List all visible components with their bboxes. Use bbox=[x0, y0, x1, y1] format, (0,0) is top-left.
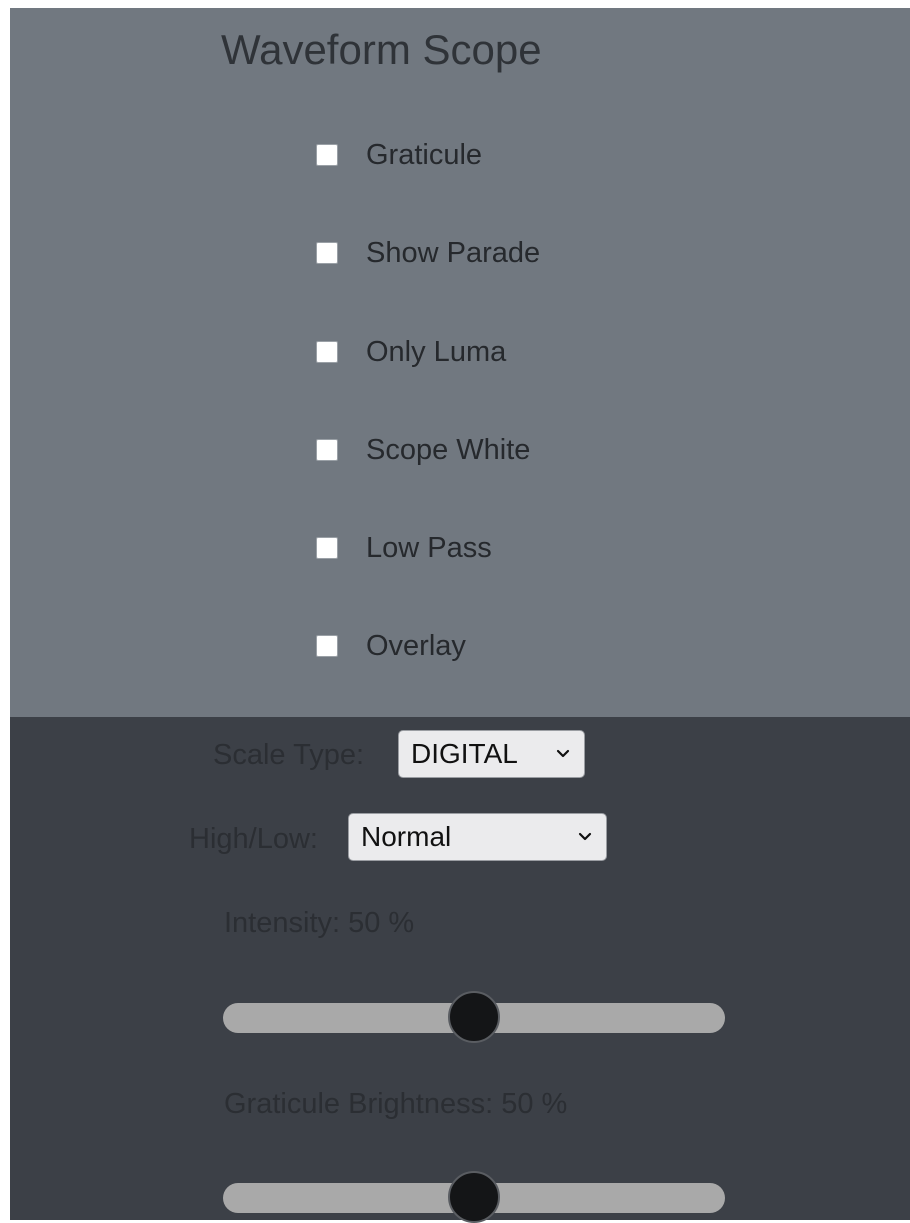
only-luma-option[interactable]: Only Luma bbox=[316, 332, 506, 372]
low-pass-label: Low Pass bbox=[366, 531, 492, 564]
chevron-down-icon bbox=[578, 832, 592, 841]
show-parade-checkbox[interactable] bbox=[316, 242, 338, 264]
scope-white-checkbox[interactable] bbox=[316, 439, 338, 461]
high-low-select[interactable]: Normal bbox=[348, 813, 607, 861]
scope-white-label: Scope White bbox=[366, 433, 531, 466]
intensity-slider[interactable] bbox=[223, 991, 725, 1043]
scope-white-option[interactable]: Scope White bbox=[316, 430, 530, 470]
graticule-brightness-label: Graticule Brightness: 50 % bbox=[224, 1088, 568, 1120]
low-pass-checkbox[interactable] bbox=[316, 537, 338, 559]
controls-panel: Scale Type: DIGITAL High/Low: Normal Int… bbox=[10, 717, 910, 1223]
scale-type-value: DIGITAL bbox=[411, 738, 518, 769]
chevron-down-icon bbox=[556, 749, 570, 758]
intensity-label: Intensity: 50 % bbox=[224, 907, 415, 939]
overlay-label: Overlay bbox=[366, 629, 466, 662]
graticule-checkbox[interactable] bbox=[316, 144, 338, 166]
intensity-slider-thumb[interactable] bbox=[448, 991, 500, 1043]
graticule-brightness-slider[interactable] bbox=[223, 1171, 725, 1223]
high-low-label: High/Low: bbox=[189, 823, 318, 855]
only-luma-label: Only Luma bbox=[366, 335, 507, 368]
high-low-value: Normal bbox=[361, 821, 452, 852]
low-pass-option[interactable]: Low Pass bbox=[316, 528, 492, 568]
page-title: Waveform Scope bbox=[221, 26, 542, 73]
scale-type-select[interactable]: DIGITAL bbox=[398, 730, 585, 778]
graticule-option[interactable]: Graticule bbox=[316, 135, 482, 175]
only-luma-checkbox[interactable] bbox=[316, 341, 338, 363]
waveform-scope-app: Waveform Scope Graticule Show Parade Onl… bbox=[10, 8, 910, 1223]
scale-type-label: Scale Type: bbox=[213, 739, 365, 771]
options-panel: Waveform Scope Graticule Show Parade Onl… bbox=[10, 8, 910, 717]
graticule-brightness-slider-thumb[interactable] bbox=[448, 1171, 500, 1223]
show-parade-option[interactable]: Show Parade bbox=[316, 233, 540, 273]
overlay-option[interactable]: Overlay bbox=[316, 626, 466, 666]
overlay-checkbox[interactable] bbox=[316, 635, 338, 657]
graticule-label: Graticule bbox=[366, 138, 483, 171]
show-parade-label: Show Parade bbox=[366, 236, 541, 269]
